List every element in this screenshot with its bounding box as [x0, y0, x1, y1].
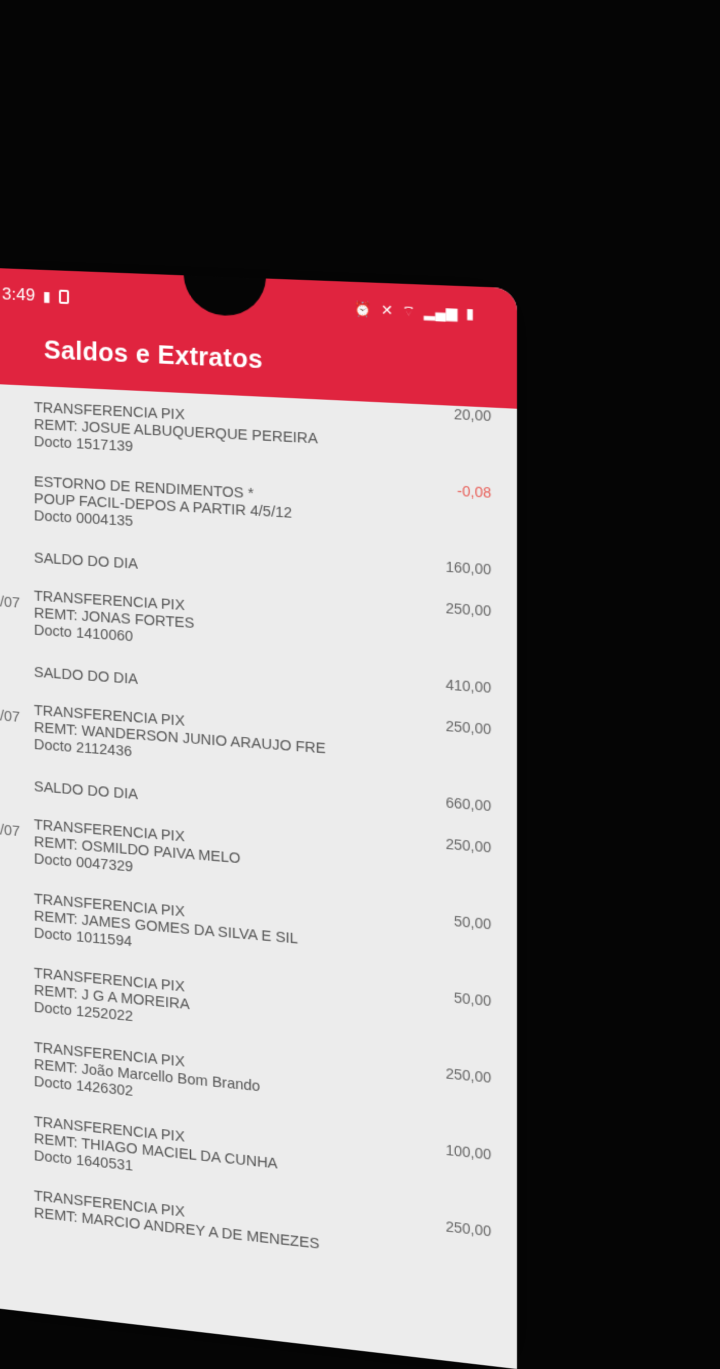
- entry-amount: 250,00: [445, 599, 492, 620]
- signal-icon: ▂▄▆: [423, 303, 458, 322]
- status-time: 3:49: [1, 284, 35, 305]
- sim-icon: [58, 289, 69, 305]
- notification-icon: ▮: [43, 287, 51, 305]
- entry-amount: 50,00: [453, 989, 492, 1010]
- entry-amount: -0,08: [457, 482, 492, 501]
- mute-icon: ✕: [380, 301, 394, 319]
- entry-date: /07: [0, 822, 21, 841]
- statement-list[interactable]: TRANSFERENCIA PIX REMT: JOSUE ALBUQUERQUE…: [0, 384, 517, 1311]
- entry-date: /07: [0, 708, 21, 726]
- entry-amount: 660,00: [445, 794, 492, 815]
- page-title: Saldos e Extratos: [43, 336, 263, 375]
- entry-amount: 250,00: [445, 835, 492, 856]
- wifi-icon: ⌔: [401, 302, 416, 320]
- entry-amount: 50,00: [453, 912, 492, 933]
- entry-date: /07: [0, 594, 21, 612]
- battery-icon: ▮: [465, 304, 475, 322]
- entry-amount: 250,00: [445, 717, 492, 738]
- entry-amount: 410,00: [445, 676, 492, 696]
- alarm-icon: ⏰: [354, 300, 373, 318]
- phone-screen: 3:49 ▮ ⏰ ✕ ⌔ ▂▄▆ ▮ Saldos e Extratos TRA…: [0, 268, 517, 1369]
- entry-amount: 20,00: [453, 405, 492, 425]
- entry-amount: 160,00: [445, 558, 492, 578]
